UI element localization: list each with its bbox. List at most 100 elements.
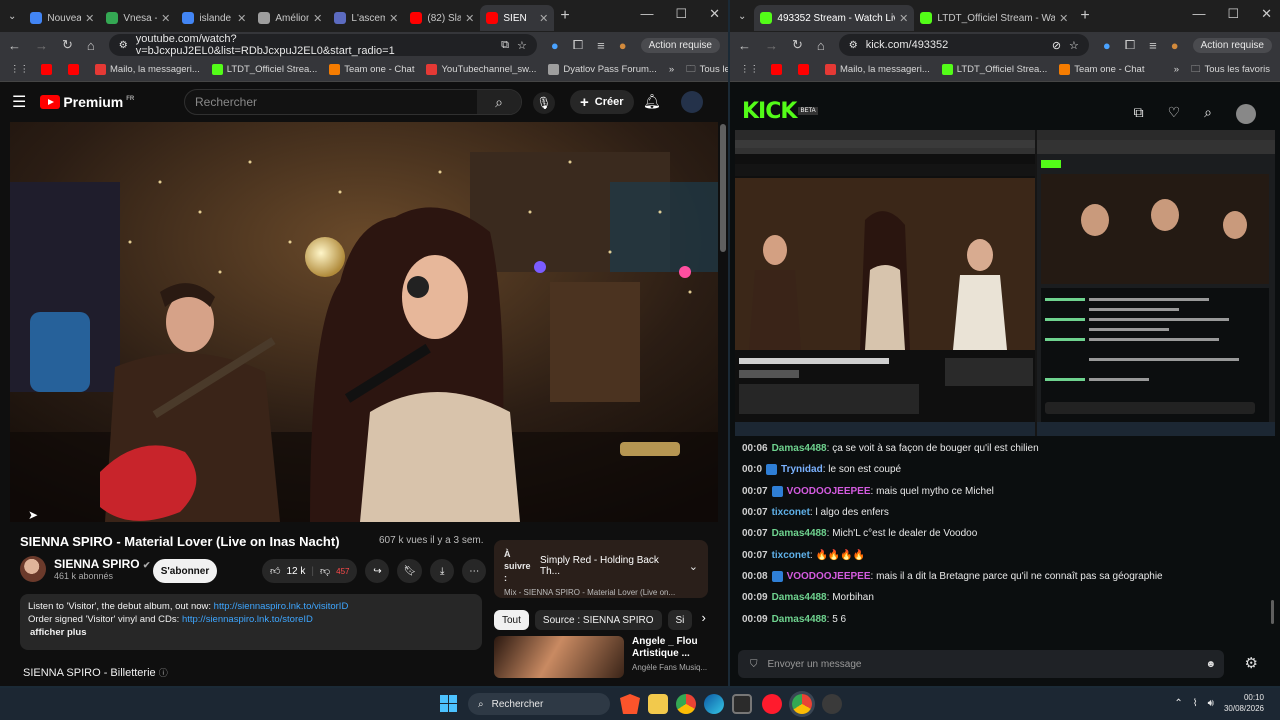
chat-username[interactable]: tixconet (772, 550, 810, 561)
youtube-premium-logo[interactable]: Premium FR (40, 94, 134, 110)
volume-icon[interactable]: 🔊︎ (1208, 698, 1214, 709)
close-tab-icon[interactable]: ✕ (389, 12, 398, 25)
notifications-bell-icon[interactable]: 🔔︎ (643, 93, 661, 110)
forward-icon[interactable]: → (35, 38, 48, 53)
close-tab-icon[interactable]: ✕ (1059, 12, 1068, 25)
bookmark-6[interactable]: Dyatlov Pass Forum... (548, 64, 657, 75)
show-more-link[interactable]: afficher plus (30, 626, 474, 639)
tab-1[interactable]: Vnesa - ✕ (100, 5, 176, 31)
chips-next-icon[interactable]: › (702, 610, 706, 630)
tab-6[interactable]: SIEN ✕ (480, 5, 555, 31)
windows-start-icon[interactable] (440, 695, 457, 712)
home-icon[interactable]: ⌂ (87, 38, 95, 53)
chat-username[interactable]: Damas4488 (772, 443, 827, 454)
bookmarks-more-icon[interactable]: » (1174, 64, 1179, 75)
new-tab-button[interactable]: + (1080, 7, 1089, 25)
bookmark-4[interactable]: Team one - Chat (1059, 64, 1144, 75)
bookmark-3[interactable]: LTDT_Officiel Strea... (941, 64, 1047, 75)
chat-username[interactable]: Damas4488 (772, 528, 827, 539)
back-icon[interactable]: ← (8, 38, 21, 53)
like-count[interactable]: 12 k (286, 566, 305, 577)
recommended-video[interactable]: Angele _ Flou Artistique ... Angèle Fans… (494, 636, 707, 678)
close-tab-icon[interactable]: ✕ (85, 12, 94, 25)
thumbs-up-icon[interactable]: 👍︎ (270, 565, 280, 577)
all-bookmarks-folder[interactable]: 🗀Tous les favoris (686, 62, 728, 78)
recommended-title[interactable]: Angele _ Flou Artistique ... (632, 636, 702, 660)
close-window-icon[interactable]: ✕ (1261, 6, 1272, 22)
menu-icon[interactable]: ☰ (12, 92, 26, 112)
bookmark-1[interactable] (798, 64, 813, 75)
reload-icon[interactable]: ↻ (62, 37, 73, 53)
close-window-icon[interactable]: ✕ (709, 6, 720, 22)
opera-icon[interactable] (762, 694, 782, 714)
back-icon[interactable]: ← (738, 38, 751, 53)
bookmark-star-icon[interactable]: ☆ (1069, 39, 1079, 52)
apps-grid-icon[interactable]: ⋮⋮ (740, 64, 759, 75)
bookmark-3[interactable]: LTDT_Officiel Strea... (211, 64, 317, 75)
site-info-icon[interactable]: ⚙ (849, 40, 858, 51)
puzzle-icon[interactable]: ⧠ (1125, 37, 1135, 53)
address-bar[interactable]: ⚙ youtube.com/watch?v=bJcxpuJ2EL0&list=R… (108, 33, 537, 57)
chat-username[interactable]: tixconet (772, 507, 810, 518)
url-text[interactable]: kick.com/493352 (866, 39, 1044, 51)
site-info-icon[interactable]: ⚙ (119, 40, 128, 51)
chat-username[interactable]: VOODOOJEEPEE (787, 571, 871, 582)
close-tab-icon[interactable]: ✕ (237, 12, 246, 25)
media-icon[interactable]: ≡ (597, 38, 605, 53)
action-required-button[interactable]: Action requise (640, 37, 720, 53)
kick-logo[interactable]: KICK (742, 99, 797, 124)
tab-2[interactable]: islande ✕ (176, 5, 252, 31)
reload-icon[interactable]: ↻ (792, 37, 803, 53)
taskbar-search[interactable]: ⌕ Rechercher (468, 693, 610, 715)
close-tab-icon[interactable]: ✕ (313, 12, 322, 25)
tab-search-icon[interactable]: ⌄ (8, 11, 16, 22)
close-tab-icon[interactable]: ✕ (899, 12, 908, 25)
chat-scrollbar-thumb[interactable] (1271, 600, 1274, 624)
bookmark-1[interactable] (68, 64, 83, 75)
more-actions-button[interactable]: ⋯ (462, 559, 487, 583)
chip-similar[interactable]: Si (667, 610, 692, 630)
desc-store-link[interactable]: http://siennaspiro.lnk.to/storeID (182, 614, 313, 625)
network-icon[interactable]: ⌇ (1193, 698, 1198, 709)
chat-username[interactable]: VOODOOJEEPEE (787, 486, 871, 497)
new-tab-button[interactable]: + (560, 7, 569, 25)
bookmark-2[interactable]: Mailo, la messageri... (95, 64, 200, 75)
action-required-button[interactable]: Action requise (1192, 37, 1272, 53)
tab-5[interactable]: (82) Slay✕ (404, 5, 480, 31)
close-tab-icon[interactable]: ✕ (539, 12, 548, 25)
minimize-icon[interactable]: — (640, 6, 653, 22)
thumbs-down-icon[interactable]: 👎︎ (320, 565, 330, 577)
chip-source[interactable]: Source : SIENNA SPIRO (534, 610, 662, 630)
user-avatar[interactable] (1236, 104, 1256, 124)
address-bar[interactable]: ⚙ kick.com/493352 ⊘ ☆ (838, 34, 1089, 56)
forward-icon[interactable]: → (765, 38, 778, 53)
browse-icon[interactable]: ⧉ (1134, 104, 1144, 124)
tab-search-icon[interactable]: ⌄ (738, 11, 746, 22)
tab-3[interactable]: Amélion ✕ (252, 5, 328, 31)
chat-message-input[interactable]: ⛉ Envoyer un message ☻ (738, 650, 1224, 678)
chat-settings-gear-icon[interactable]: ⚙ (1245, 654, 1258, 672)
channel-avatar[interactable] (20, 556, 46, 582)
stream-player[interactable] (735, 130, 1275, 436)
heart-icon[interactable]: ♡ (1168, 104, 1181, 124)
terminal-icon[interactable] (732, 694, 752, 714)
bookmark-4[interactable]: Team one - Chat (329, 64, 414, 75)
search-icon[interactable]: ⌕ (1204, 104, 1212, 124)
maximize-icon[interactable]: ☐ (675, 6, 687, 22)
bookmark-5[interactable]: YouTubechannel_sw... (426, 64, 536, 75)
create-button[interactable]: + Créer (570, 90, 634, 114)
page-scrollbar-thumb[interactable] (720, 124, 726, 252)
close-tab-icon[interactable]: ✕ (465, 12, 474, 25)
video-player[interactable]: ➤ (10, 122, 718, 522)
chat-username[interactable]: Damas4488 (772, 592, 827, 603)
search-icon[interactable]: ⌕ (477, 90, 521, 114)
home-icon[interactable]: ⌂ (817, 38, 825, 53)
info-icon[interactable]: ⓘ (159, 668, 168, 678)
save-button[interactable]: 🔖︎ (397, 559, 423, 583)
extension-icon[interactable]: ● (1103, 38, 1111, 53)
extension-icon[interactable]: ● (551, 38, 559, 53)
edge-icon[interactable] (704, 694, 724, 714)
app-icon[interactable] (822, 694, 842, 714)
desc-visitor-link[interactable]: http://siennaspiro.lnk.to/visitorID (214, 601, 349, 612)
chip-all[interactable]: Tout (494, 610, 529, 630)
